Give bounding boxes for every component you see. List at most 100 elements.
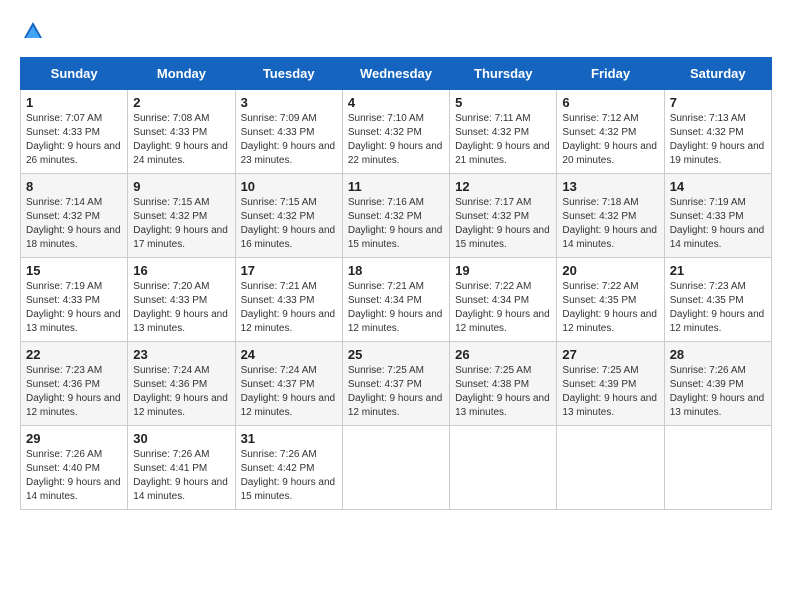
- day-number: 19: [455, 263, 551, 278]
- day-number: 18: [348, 263, 444, 278]
- day-number: 12: [455, 179, 551, 194]
- day-number: 23: [133, 347, 229, 362]
- calendar-cell: 9 Sunrise: 7:15 AMSunset: 4:32 PMDayligh…: [128, 174, 235, 258]
- day-detail: Sunrise: 7:25 AMSunset: 4:39 PMDaylight:…: [562, 365, 657, 418]
- day-number: 25: [348, 347, 444, 362]
- calendar-cell: 17 Sunrise: 7:21 AMSunset: 4:33 PMDaylig…: [235, 258, 342, 342]
- logo-icon: [22, 20, 44, 47]
- calendar-cell: 2 Sunrise: 7:08 AMSunset: 4:33 PMDayligh…: [128, 90, 235, 174]
- calendar-cell: [664, 426, 771, 510]
- calendar-cell: 15 Sunrise: 7:19 AMSunset: 4:33 PMDaylig…: [21, 258, 128, 342]
- day-detail: Sunrise: 7:25 AMSunset: 4:37 PMDaylight:…: [348, 365, 443, 418]
- day-number: 24: [241, 347, 337, 362]
- calendar-cell: 8 Sunrise: 7:14 AMSunset: 4:32 PMDayligh…: [21, 174, 128, 258]
- day-detail: Sunrise: 7:13 AMSunset: 4:32 PMDaylight:…: [670, 113, 765, 166]
- day-number: 5: [455, 95, 551, 110]
- calendar-cell: 1 Sunrise: 7:07 AMSunset: 4:33 PMDayligh…: [21, 90, 128, 174]
- day-number: 29: [26, 431, 122, 446]
- day-detail: Sunrise: 7:24 AMSunset: 4:37 PMDaylight:…: [241, 365, 336, 418]
- calendar-cell: 4 Sunrise: 7:10 AMSunset: 4:32 PMDayligh…: [342, 90, 449, 174]
- calendar-cell: 21 Sunrise: 7:23 AMSunset: 4:35 PMDaylig…: [664, 258, 771, 342]
- calendar-cell: 13 Sunrise: 7:18 AMSunset: 4:32 PMDaylig…: [557, 174, 664, 258]
- weekday-header-tuesday: Tuesday: [235, 58, 342, 90]
- calendar-cell: 19 Sunrise: 7:22 AMSunset: 4:34 PMDaylig…: [450, 258, 557, 342]
- day-number: 31: [241, 431, 337, 446]
- day-detail: Sunrise: 7:19 AMSunset: 4:33 PMDaylight:…: [26, 281, 121, 334]
- calendar-cell: 11 Sunrise: 7:16 AMSunset: 4:32 PMDaylig…: [342, 174, 449, 258]
- day-number: 2: [133, 95, 229, 110]
- day-detail: Sunrise: 7:08 AMSunset: 4:33 PMDaylight:…: [133, 113, 228, 166]
- calendar-cell: 20 Sunrise: 7:22 AMSunset: 4:35 PMDaylig…: [557, 258, 664, 342]
- calendar-cell: 5 Sunrise: 7:11 AMSunset: 4:32 PMDayligh…: [450, 90, 557, 174]
- day-detail: Sunrise: 7:23 AMSunset: 4:36 PMDaylight:…: [26, 365, 121, 418]
- calendar-week-row: 1 Sunrise: 7:07 AMSunset: 4:33 PMDayligh…: [21, 90, 772, 174]
- calendar-cell: [342, 426, 449, 510]
- calendar-cell: 23 Sunrise: 7:24 AMSunset: 4:36 PMDaylig…: [128, 342, 235, 426]
- calendar-cell: 25 Sunrise: 7:25 AMSunset: 4:37 PMDaylig…: [342, 342, 449, 426]
- day-number: 6: [562, 95, 658, 110]
- weekday-header-sunday: Sunday: [21, 58, 128, 90]
- calendar-cell: 10 Sunrise: 7:15 AMSunset: 4:32 PMDaylig…: [235, 174, 342, 258]
- calendar-week-row: 8 Sunrise: 7:14 AMSunset: 4:32 PMDayligh…: [21, 174, 772, 258]
- day-number: 7: [670, 95, 766, 110]
- calendar-cell: 26 Sunrise: 7:25 AMSunset: 4:38 PMDaylig…: [450, 342, 557, 426]
- day-detail: Sunrise: 7:20 AMSunset: 4:33 PMDaylight:…: [133, 281, 228, 334]
- day-detail: Sunrise: 7:17 AMSunset: 4:32 PMDaylight:…: [455, 197, 550, 250]
- calendar-table: SundayMondayTuesdayWednesdayThursdayFrid…: [20, 57, 772, 510]
- weekday-header-saturday: Saturday: [664, 58, 771, 90]
- day-number: 13: [562, 179, 658, 194]
- day-number: 28: [670, 347, 766, 362]
- weekday-header-monday: Monday: [128, 58, 235, 90]
- day-number: 17: [241, 263, 337, 278]
- calendar-cell: 24 Sunrise: 7:24 AMSunset: 4:37 PMDaylig…: [235, 342, 342, 426]
- weekday-header-friday: Friday: [557, 58, 664, 90]
- day-detail: Sunrise: 7:15 AMSunset: 4:32 PMDaylight:…: [133, 197, 228, 250]
- page-header: [20, 20, 772, 47]
- day-detail: Sunrise: 7:19 AMSunset: 4:33 PMDaylight:…: [670, 197, 765, 250]
- calendar-cell: 6 Sunrise: 7:12 AMSunset: 4:32 PMDayligh…: [557, 90, 664, 174]
- day-detail: Sunrise: 7:14 AMSunset: 4:32 PMDaylight:…: [26, 197, 121, 250]
- day-number: 27: [562, 347, 658, 362]
- calendar-cell: 18 Sunrise: 7:21 AMSunset: 4:34 PMDaylig…: [342, 258, 449, 342]
- day-number: 9: [133, 179, 229, 194]
- weekday-header-wednesday: Wednesday: [342, 58, 449, 90]
- calendar-cell: 7 Sunrise: 7:13 AMSunset: 4:32 PMDayligh…: [664, 90, 771, 174]
- day-detail: Sunrise: 7:26 AMSunset: 4:40 PMDaylight:…: [26, 449, 121, 502]
- day-detail: Sunrise: 7:10 AMSunset: 4:32 PMDaylight:…: [348, 113, 443, 166]
- calendar-cell: 27 Sunrise: 7:25 AMSunset: 4:39 PMDaylig…: [557, 342, 664, 426]
- day-detail: Sunrise: 7:21 AMSunset: 4:33 PMDaylight:…: [241, 281, 336, 334]
- calendar-cell: 31 Sunrise: 7:26 AMSunset: 4:42 PMDaylig…: [235, 426, 342, 510]
- day-detail: Sunrise: 7:15 AMSunset: 4:32 PMDaylight:…: [241, 197, 336, 250]
- day-number: 20: [562, 263, 658, 278]
- calendar-week-row: 15 Sunrise: 7:19 AMSunset: 4:33 PMDaylig…: [21, 258, 772, 342]
- calendar-cell: 30 Sunrise: 7:26 AMSunset: 4:41 PMDaylig…: [128, 426, 235, 510]
- day-detail: Sunrise: 7:12 AMSunset: 4:32 PMDaylight:…: [562, 113, 657, 166]
- calendar-cell: 12 Sunrise: 7:17 AMSunset: 4:32 PMDaylig…: [450, 174, 557, 258]
- day-number: 3: [241, 95, 337, 110]
- day-detail: Sunrise: 7:23 AMSunset: 4:35 PMDaylight:…: [670, 281, 765, 334]
- day-number: 10: [241, 179, 337, 194]
- day-number: 30: [133, 431, 229, 446]
- calendar-cell: 3 Sunrise: 7:09 AMSunset: 4:33 PMDayligh…: [235, 90, 342, 174]
- day-number: 14: [670, 179, 766, 194]
- day-detail: Sunrise: 7:16 AMSunset: 4:32 PMDaylight:…: [348, 197, 443, 250]
- day-number: 8: [26, 179, 122, 194]
- calendar-cell: 14 Sunrise: 7:19 AMSunset: 4:33 PMDaylig…: [664, 174, 771, 258]
- day-detail: Sunrise: 7:22 AMSunset: 4:35 PMDaylight:…: [562, 281, 657, 334]
- calendar-cell: 16 Sunrise: 7:20 AMSunset: 4:33 PMDaylig…: [128, 258, 235, 342]
- day-number: 4: [348, 95, 444, 110]
- weekday-header-row: SundayMondayTuesdayWednesdayThursdayFrid…: [21, 58, 772, 90]
- calendar-cell: [557, 426, 664, 510]
- day-detail: Sunrise: 7:25 AMSunset: 4:38 PMDaylight:…: [455, 365, 550, 418]
- day-number: 21: [670, 263, 766, 278]
- weekday-header-thursday: Thursday: [450, 58, 557, 90]
- day-detail: Sunrise: 7:18 AMSunset: 4:32 PMDaylight:…: [562, 197, 657, 250]
- day-number: 1: [26, 95, 122, 110]
- calendar-week-row: 29 Sunrise: 7:26 AMSunset: 4:40 PMDaylig…: [21, 426, 772, 510]
- calendar-week-row: 22 Sunrise: 7:23 AMSunset: 4:36 PMDaylig…: [21, 342, 772, 426]
- day-number: 16: [133, 263, 229, 278]
- logo: [20, 20, 44, 47]
- calendar-cell: 29 Sunrise: 7:26 AMSunset: 4:40 PMDaylig…: [21, 426, 128, 510]
- day-detail: Sunrise: 7:26 AMSunset: 4:39 PMDaylight:…: [670, 365, 765, 418]
- calendar-cell: [450, 426, 557, 510]
